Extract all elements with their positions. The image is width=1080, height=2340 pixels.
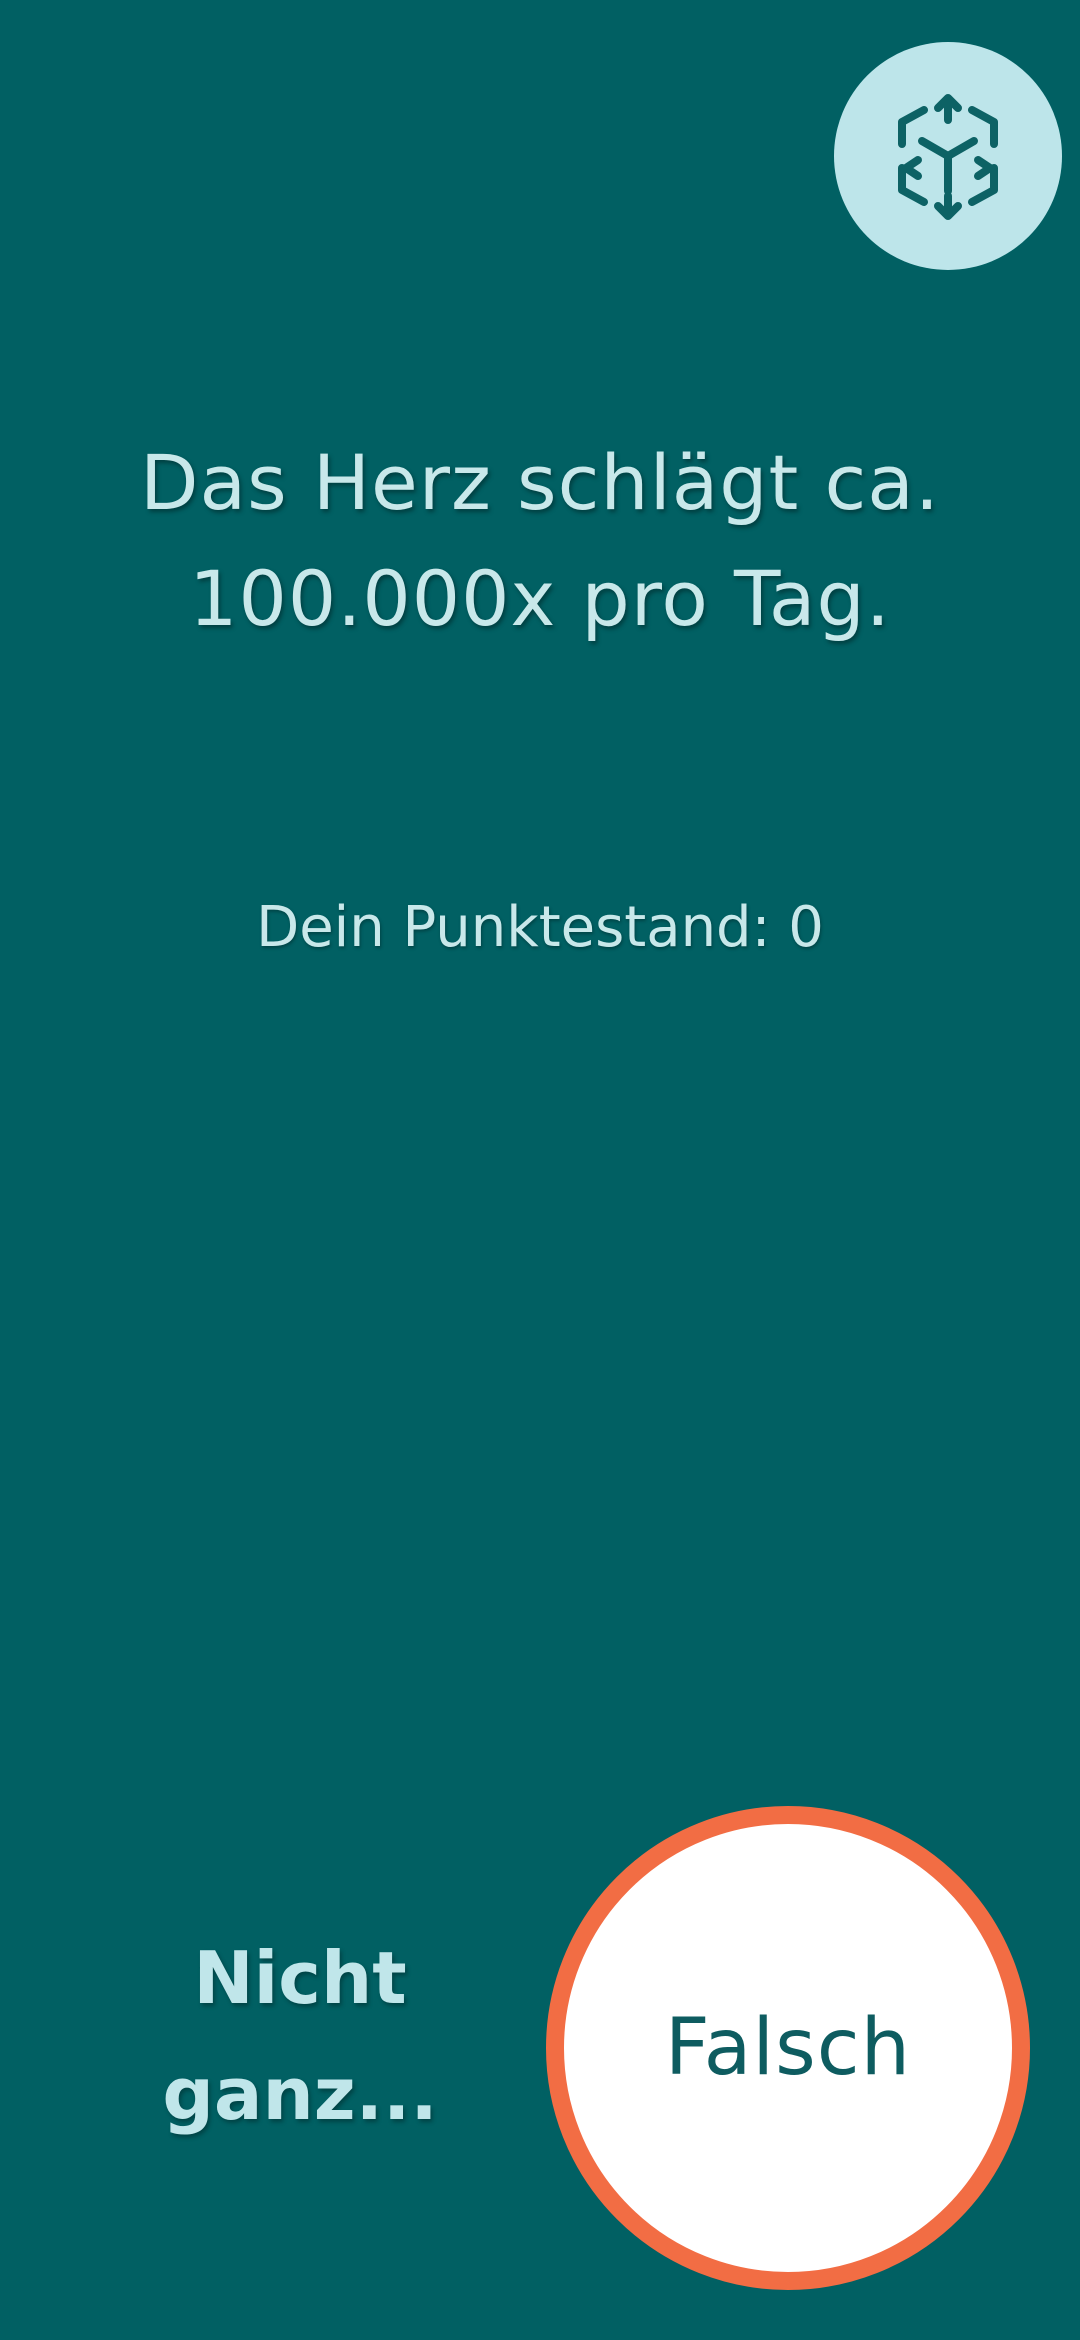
feedback-message: Nicht ganz... bbox=[120, 1920, 480, 2152]
statement-line-2: 100.000x pro Tag. bbox=[189, 554, 891, 643]
ar-view-button[interactable] bbox=[834, 42, 1062, 270]
feedback-line-1: Nicht bbox=[193, 1936, 407, 2020]
cube-3d-icon bbox=[898, 94, 998, 220]
question-statement: Das Herz schlägt ca. 100.000x pro Tag. bbox=[60, 425, 1020, 657]
feedback-line-2: ganz... bbox=[162, 2052, 438, 2136]
score-text: Dein Punktestand: 0 bbox=[256, 895, 824, 960]
statement-line-1: Das Herz schlägt ca. bbox=[139, 438, 940, 527]
answer-false-button[interactable]: Falsch bbox=[546, 1806, 1030, 2290]
answer-false-label: Falsch bbox=[664, 2003, 912, 2093]
